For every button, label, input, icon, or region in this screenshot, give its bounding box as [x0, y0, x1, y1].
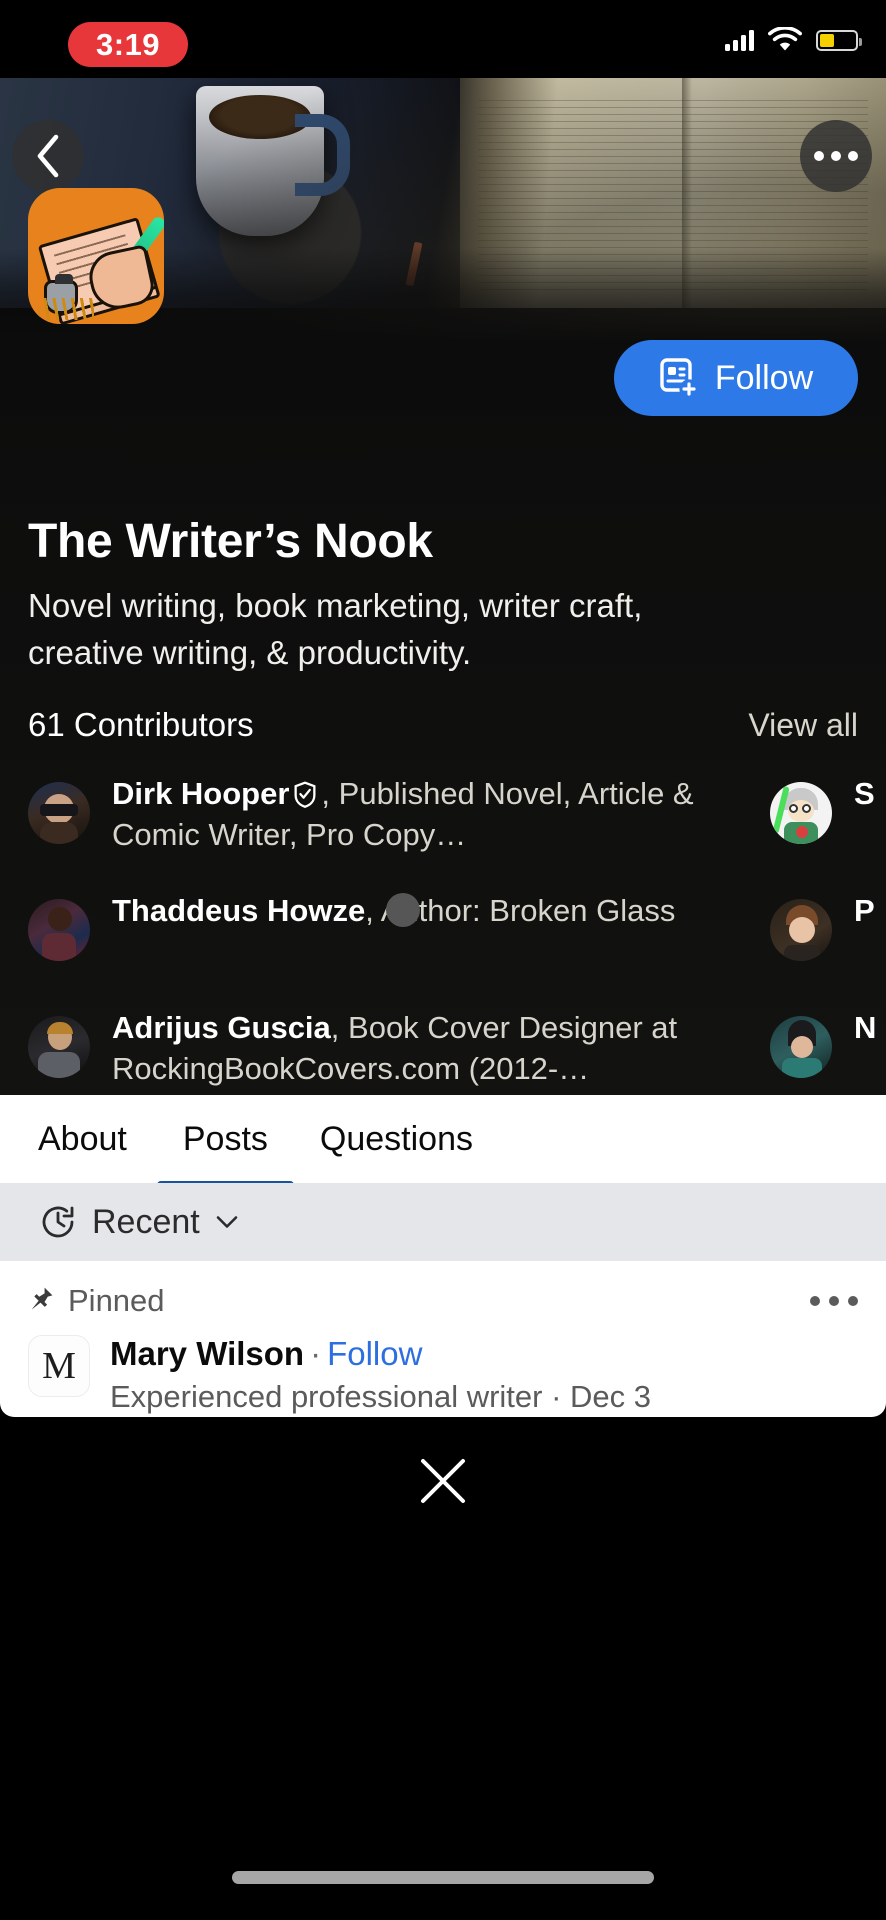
- avatar: [28, 1016, 90, 1078]
- post-author-headline: Experienced professional writer · Dec 3: [110, 1379, 652, 1414]
- contributor-row[interactable]: Adrijus Guscia, Book Cover Designer at R…: [28, 1002, 750, 1095]
- recent-clock-icon: [42, 1206, 74, 1238]
- cover-book-image: [460, 78, 886, 308]
- contributor-row[interactable]: N: [770, 1002, 886, 1095]
- add-group-icon: [660, 358, 699, 399]
- contributors-count: 61 Contributors: [28, 706, 254, 743]
- post-follow-link[interactable]: Follow: [327, 1335, 422, 1372]
- avatar: [28, 782, 90, 844]
- more-options-icon: [814, 151, 824, 161]
- post-overflow-button[interactable]: [810, 1296, 858, 1306]
- group-logo-icon[interactable]: [28, 188, 164, 324]
- post-author-line: Mary Wilson · Follow: [110, 1335, 651, 1373]
- carousel-scroll-indicator[interactable]: [386, 893, 420, 927]
- tab-questions[interactable]: Questions: [294, 1095, 499, 1183]
- cover-mug-image: [196, 86, 350, 236]
- avatar: M: [28, 1335, 90, 1397]
- back-chevron-icon: [37, 134, 59, 178]
- tab-about[interactable]: About: [38, 1095, 157, 1183]
- view-all-contributors-link[interactable]: View all: [748, 707, 858, 744]
- phone-screen: 3:19 Follow The Writer’s Nook Novel writ…: [0, 0, 886, 1920]
- contributor-text: N: [854, 1002, 876, 1049]
- close-x-icon[interactable]: [415, 1453, 471, 1509]
- contributors-carousel[interactable]: Dirk Hooper, Published Novel, Article & …: [0, 768, 886, 1095]
- group-header: Follow The Writer’s Nook Novel writing, …: [0, 78, 886, 1095]
- pinned-post-card[interactable]: Pinned M Mary Wilson · Follow Experienced …: [0, 1261, 886, 1417]
- contributor-text: Dirk Hooper, Published Novel, Article & …: [112, 768, 750, 856]
- contributor-text: S: [854, 768, 875, 815]
- contributor-name: Adrijus Guscia: [112, 1010, 331, 1045]
- contributor-row[interactable]: S: [770, 768, 886, 885]
- avatar: [770, 1016, 832, 1078]
- chevron-down-icon: [216, 1216, 238, 1228]
- post-author-row[interactable]: M Mary Wilson · Follow Experienced profess…: [28, 1335, 858, 1415]
- bottom-bar: [0, 1417, 886, 1920]
- wifi-icon: [768, 27, 802, 53]
- contributors-header: 61 Contributors View all: [28, 706, 858, 744]
- contributor-name: S: [854, 776, 875, 811]
- status-bar: 3:19: [0, 0, 886, 78]
- contributor-text: Adrijus Guscia, Book Cover Designer at R…: [112, 1002, 750, 1090]
- contributor-name: N: [854, 1010, 877, 1045]
- verified-shield-icon: [294, 781, 316, 808]
- tab-bar: About Posts Questions: [0, 1095, 886, 1189]
- avatar: [770, 782, 832, 844]
- contributor-name: Thaddeus Howze: [112, 893, 366, 928]
- separator: ·: [310, 1335, 322, 1372]
- status-indicators: [725, 27, 862, 53]
- group-description: Novel writing, book marketing, writer cr…: [28, 587, 643, 671]
- back-button[interactable]: [12, 120, 84, 192]
- cellular-bars-icon: [725, 29, 754, 51]
- avatar: [770, 899, 832, 961]
- tab-posts[interactable]: Posts: [156, 1095, 294, 1189]
- battery-icon: [816, 29, 862, 51]
- sort-bar[interactable]: Recent: [0, 1183, 886, 1261]
- avatar-initials: M: [42, 1345, 76, 1387]
- contributors-list-offscreen: S P N: [760, 768, 886, 1095]
- contributor-row[interactable]: P: [770, 885, 886, 1002]
- contributor-row[interactable]: Dirk Hooper, Published Novel, Article & …: [28, 768, 750, 885]
- cover-pencil-image: [405, 241, 423, 287]
- follow-group-button[interactable]: Follow: [614, 340, 858, 416]
- contributor-name: Dirk Hooper: [112, 776, 290, 811]
- contributor-name: P: [854, 893, 875, 928]
- pin-icon: [31, 1287, 53, 1310]
- sort-label: Recent: [92, 1202, 200, 1241]
- page-title: The Writer’s Nook: [28, 515, 433, 568]
- post-author-name[interactable]: Mary Wilson: [110, 1335, 304, 1372]
- follow-group-label: Follow: [714, 358, 814, 397]
- more-options-button[interactable]: [800, 120, 872, 192]
- contributor-text: P: [854, 885, 875, 932]
- home-indicator[interactable]: [232, 1871, 654, 1884]
- contributors-list: Dirk Hooper, Published Novel, Article & …: [0, 768, 760, 1095]
- avatar: [28, 899, 90, 961]
- status-time: 3:19: [68, 22, 189, 67]
- pinned-row: Pinned: [28, 1279, 858, 1323]
- pinned-label: Pinned: [68, 1283, 165, 1318]
